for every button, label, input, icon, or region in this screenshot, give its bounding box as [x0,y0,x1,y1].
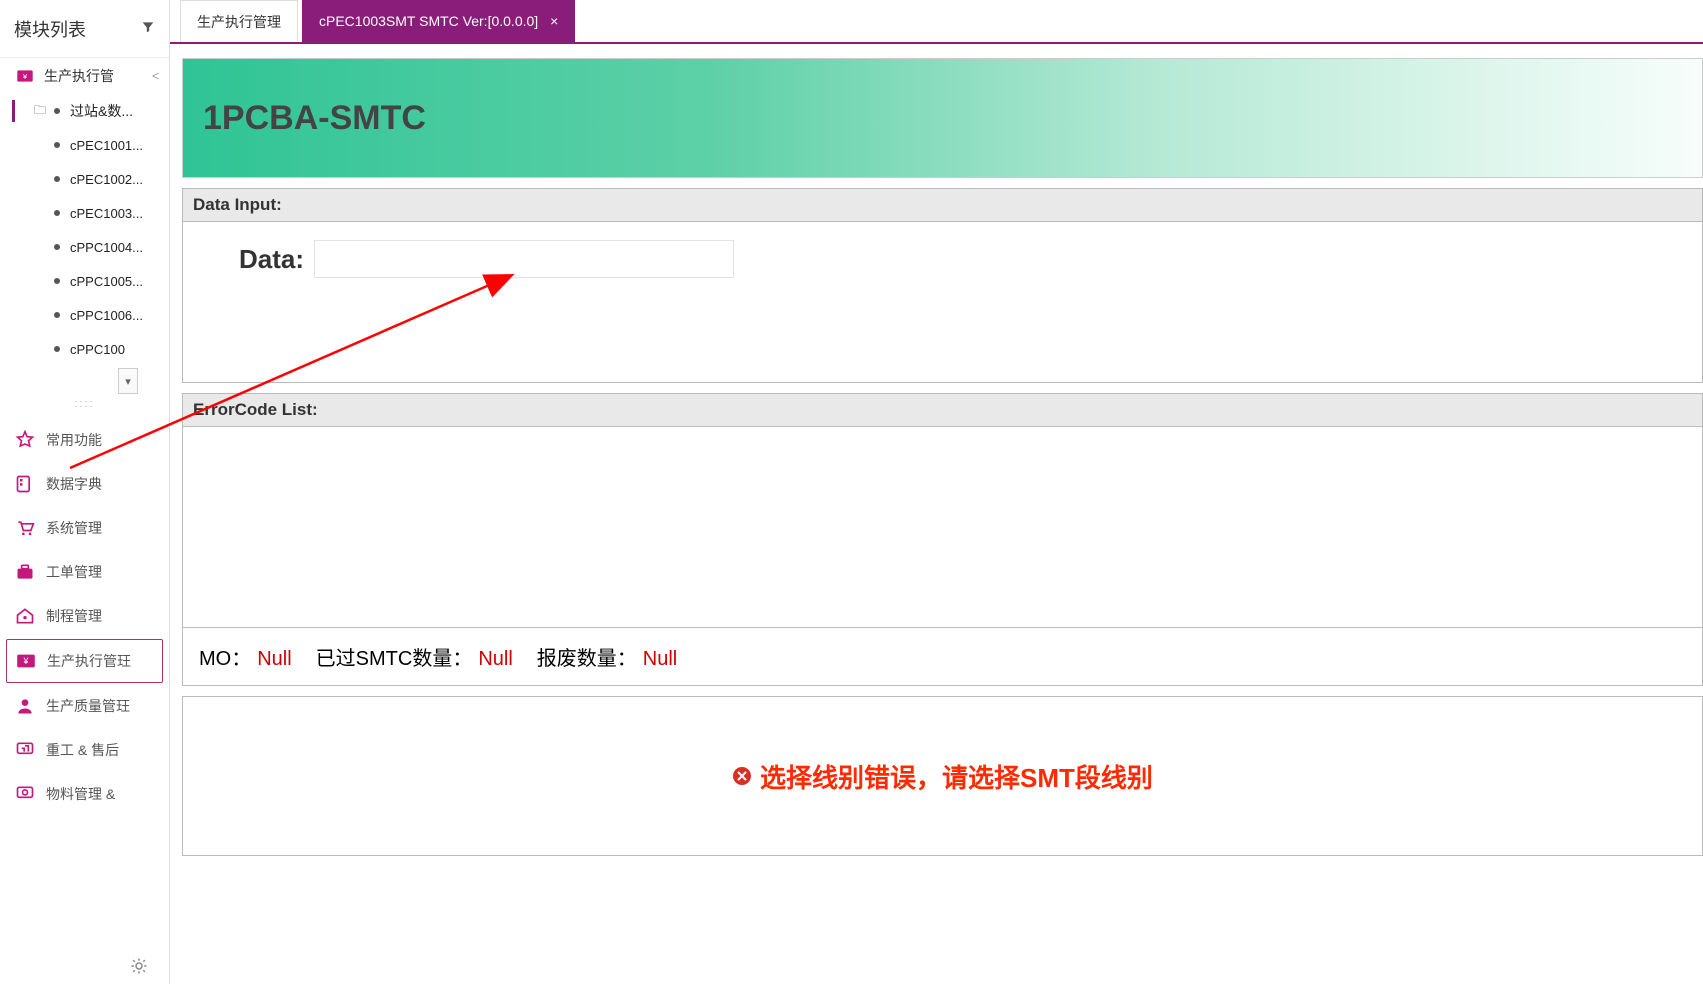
errorcode-body [183,427,1702,627]
sidebar-leaf[interactable]: cPEC1003... [0,196,169,230]
errorcode-header: ErrorCode List: [183,394,1702,427]
bullet-icon [54,142,60,148]
error-message-text: 选择线别错误，请选择SMT段线别 [760,758,1153,795]
mo-value: Null [257,648,291,671]
nav-label: 常用功能 [46,430,102,450]
mo-label: MO： [199,642,251,671]
folder-icon: 🗀 [34,101,46,122]
nav-label: 工单管理 [46,562,102,582]
message-panel: 选择线别错误，请选择SMT段线别 [182,696,1703,856]
bullet-icon [54,244,60,250]
data-input-body: Data: [183,222,1702,382]
nav-production-exec[interactable]: ¥ 生产执行管玨 [6,639,163,683]
nav-process-mgmt[interactable]: 制程管理 [0,594,169,638]
nav-label: 系统管理 [46,518,102,538]
sidebar-bottom-nav: 常用功能 数据字典 系统管理 工单管理 制程管理 [0,414,169,816]
data-field-label: Data: [239,244,304,275]
nav-material-mgmt[interactable]: 物料管理 & [0,772,169,816]
data-input-header: Data Input: [183,189,1702,222]
sidebar-subgroup-label: 过站&数... [70,101,133,121]
sidebar-group-label: 生产执行管 [44,66,114,86]
nav-label: 制程管理 [46,606,102,626]
ticket-icon: ¥ [16,68,34,84]
sidebar-leaf[interactable]: cPEC1001... [0,128,169,162]
smtc-count-value: Null [478,648,512,671]
chevron-left-icon: < [152,69,159,83]
content-area: 1PCBA-SMTC Data Input: Data: ErrorCode L… [170,44,1703,984]
bullet-icon [54,108,60,114]
bullet-icon [54,176,60,182]
star-icon [14,429,36,451]
svg-text:¥: ¥ [23,72,28,81]
bullet-icon [54,346,60,352]
tab-production-exec[interactable]: 生产执行管理 [180,0,298,42]
bullet-icon [54,278,60,284]
nav-label: 生产质量管玨 [46,696,130,716]
monitor-gear-icon [14,783,36,805]
nav-label: 数据字典 [46,474,102,494]
smtc-count-label: 已过SMTC数量： [316,642,473,671]
page-title: 1PCBA-SMTC [203,99,426,138]
house-gear-icon [14,605,36,627]
nav-label: 物料管理 & [46,784,115,804]
nav-rework-aftersales[interactable]: 重工 & 售后 [0,728,169,772]
sidebar-leaf[interactable]: cPPC1006... [0,298,169,332]
page-banner: 1PCBA-SMTC [182,58,1703,178]
data-input-field[interactable] [314,240,734,278]
sidebar-subgroup-stations[interactable]: 🗀 过站&数... [0,94,169,128]
error-icon [732,766,752,786]
nav-system-mgmt[interactable]: 系统管理 [0,506,169,550]
tab-label: cPEC1003SMT SMTC Ver:[0.0.0.0] [319,13,538,29]
close-icon[interactable]: × [550,13,558,29]
sidebar-leaf-list: cPEC1001... cPEC1002... cPEC1003... cPPC… [0,128,169,366]
mo-status-row: MO： Null 已过SMTC数量： Null 报废数量： Null [182,628,1703,686]
nav-label: 重工 & 售后 [46,740,119,760]
main: 生产执行管理 cPEC1003SMT SMTC Ver:[0.0.0.0] × … [170,0,1703,984]
sidebar-leaf[interactable]: cPEC1002... [0,162,169,196]
monitor-icon [14,739,36,761]
svg-text:¥: ¥ [23,656,29,666]
scrap-count-value: Null [643,648,677,671]
briefcase-icon [14,561,36,583]
sidebar-header: 模块列表 [0,0,169,58]
nav-data-dict[interactable]: 数据字典 [0,462,169,506]
cart-icon [14,517,36,539]
nav-favorites[interactable]: 常用功能 [0,418,169,462]
nav-workorder[interactable]: 工单管理 [0,550,169,594]
bullet-icon [54,312,60,318]
person-icon [14,695,36,717]
sidebar-title: 模块列表 [14,16,86,42]
sidebar-body: ¥ 生产执行管 < 🗀 过站&数... cPEC1001... cPEC1002… [0,58,169,984]
settings-icon[interactable] [130,957,148,978]
scrap-count-label: 报废数量： [537,642,637,671]
scroll-down-button[interactable]: ▾ [118,368,138,394]
nav-label: 生产执行管玨 [47,651,131,671]
ticket-icon: ¥ [15,650,37,672]
tab-label: 生产执行管理 [197,12,281,32]
sidebar-leaf[interactable]: cPPC1004... [0,230,169,264]
filter-icon[interactable] [141,20,155,37]
bullet-icon [54,210,60,216]
tabbar: 生产执行管理 cPEC1003SMT SMTC Ver:[0.0.0.0] × [170,0,1703,44]
nav-quality-mgmt[interactable]: 生产质量管玨 [0,684,169,728]
data-input-panel: Data Input: Data: [182,188,1703,383]
sidebar-group-production-exec[interactable]: ¥ 生产执行管 < [0,58,169,94]
sidebar: 模块列表 ¥ 生产执行管 < 🗀 过站&数... cPE [0,0,170,984]
resize-handle[interactable]: :::: [0,394,169,414]
data-dict-icon [14,473,36,495]
tab-cpec1003smt[interactable]: cPEC1003SMT SMTC Ver:[0.0.0.0] × [302,0,575,42]
sidebar-leaf[interactable]: cPPC100 [0,332,169,366]
errorcode-panel: ErrorCode List: [182,393,1703,628]
sidebar-leaf[interactable]: cPPC1005... [0,264,169,298]
